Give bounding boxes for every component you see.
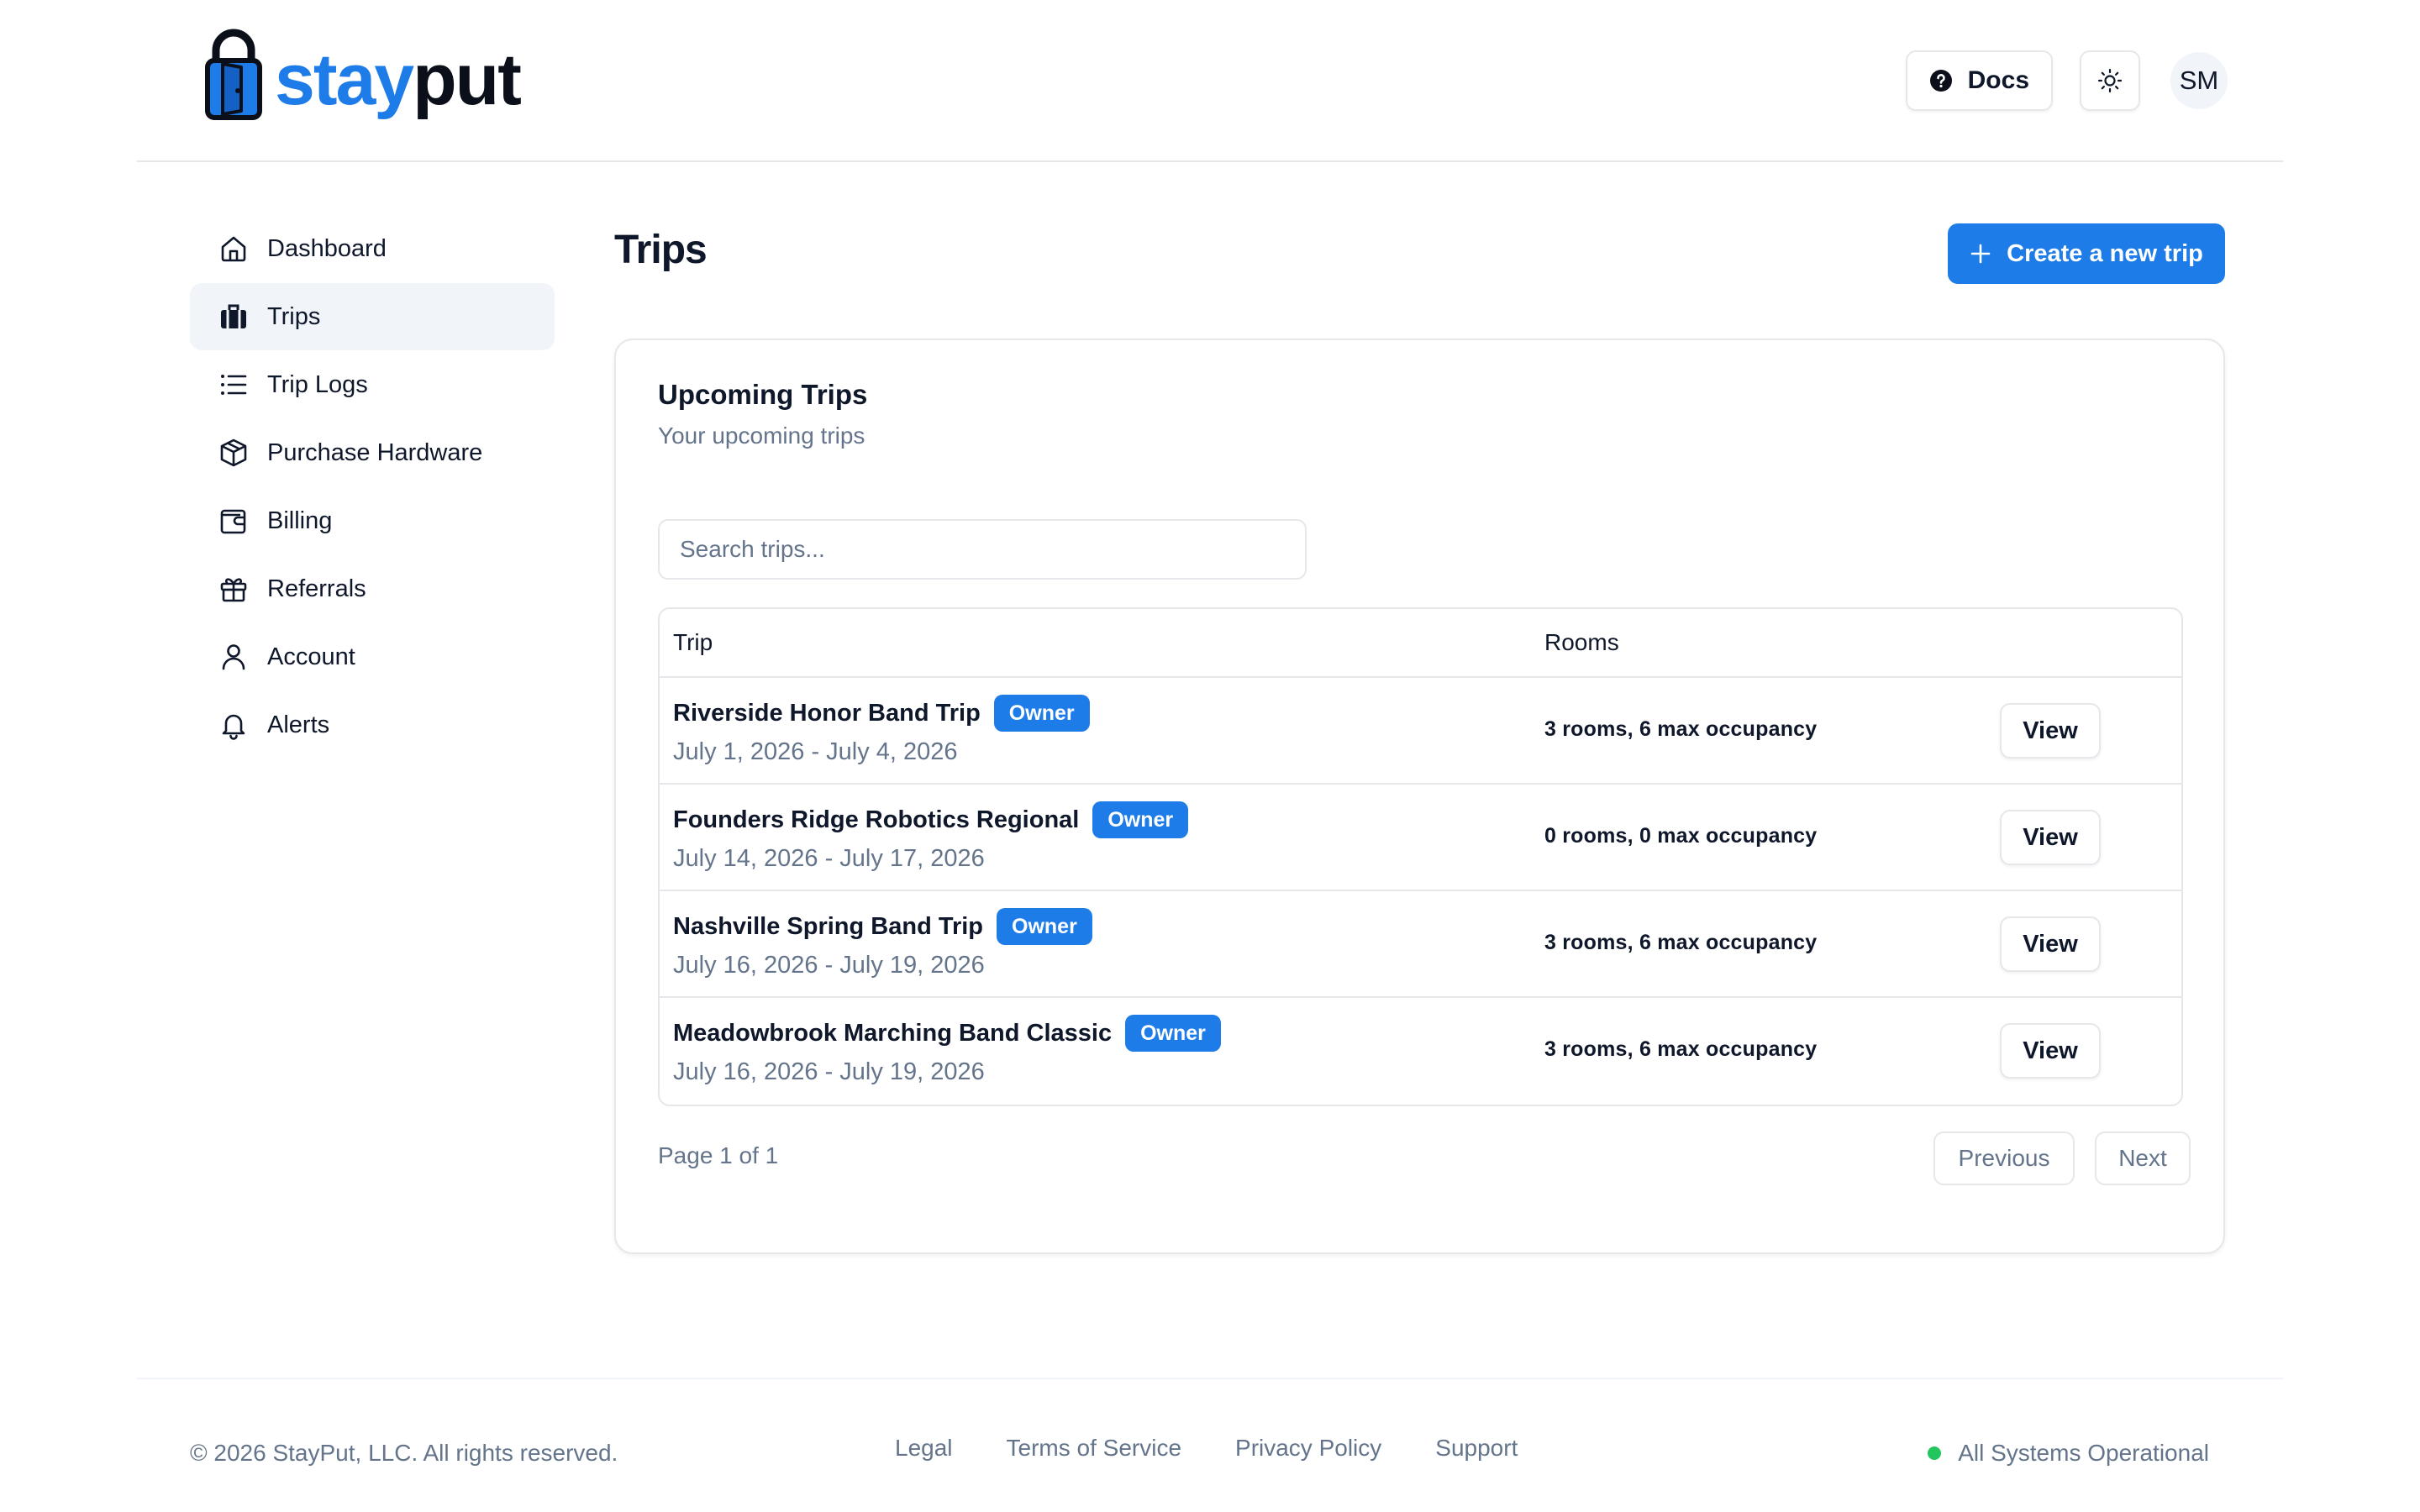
previous-page-button[interactable]: Previous bbox=[1933, 1131, 2075, 1185]
view-trip-button[interactable]: View bbox=[2000, 810, 2101, 865]
app-root: stayput Docs SM Dashboard Trips Trip Log… bbox=[0, 0, 2420, 1512]
page-footer: © 2026 StayPut, LLC. All rights reserved… bbox=[137, 1378, 2283, 1512]
sidebar-item-label: Billing bbox=[267, 507, 333, 534]
card-title: Upcoming Trips bbox=[658, 379, 868, 410]
sun-icon bbox=[2097, 68, 2123, 93]
stayput-logo[interactable]: stayput bbox=[204, 25, 522, 121]
upcoming-trips-card: Upcoming Trips Your upcoming trips Trip … bbox=[614, 339, 2225, 1254]
trip-dates: July 16, 2026 - July 19, 2026 bbox=[673, 952, 985, 979]
list-icon bbox=[217, 368, 250, 402]
sidebar-item-account[interactable]: Account bbox=[190, 623, 555, 690]
trip-dates: July 16, 2026 - July 19, 2026 bbox=[673, 1058, 985, 1085]
sidebar-item-label: Dashboard bbox=[267, 234, 387, 262]
next-page-button[interactable]: Next bbox=[2095, 1131, 2191, 1185]
help-circle-icon bbox=[1929, 70, 1952, 92]
owner-badge: Owner bbox=[997, 908, 1092, 945]
trip-name: Riverside Honor Band Trip bbox=[673, 699, 981, 727]
status-label: All Systems Operational bbox=[1958, 1440, 2209, 1466]
trips-table: Trip Rooms Riverside Honor Band Trip Own… bbox=[658, 607, 2183, 1106]
luggage-icon bbox=[217, 300, 250, 333]
owner-badge: Owner bbox=[1092, 801, 1189, 838]
user-avatar[interactable]: SM bbox=[2170, 52, 2228, 109]
trip-name-cell: Meadowbrook Marching Band Classic Owner bbox=[673, 1015, 1221, 1052]
sidebar-item-referrals[interactable]: Referrals bbox=[190, 555, 555, 622]
padlock-icon bbox=[205, 29, 262, 120]
sidebar-item-billing[interactable]: Billing bbox=[190, 487, 555, 554]
sidebar-item-label: Account bbox=[267, 643, 355, 670]
trip-name-cell: Founders Ridge Robotics Regional Owner bbox=[673, 801, 1189, 838]
pagination-info: Page 1 of 1 bbox=[658, 1142, 779, 1168]
sidebar-item-trips[interactable]: Trips bbox=[190, 283, 555, 350]
sidebar-item-label: Alerts bbox=[267, 711, 330, 738]
rooms-summary: 3 rooms, 6 max occupancy bbox=[1544, 1037, 1818, 1061]
gift-icon bbox=[217, 572, 250, 606]
rooms-summary: 0 rooms, 0 max occupancy bbox=[1544, 824, 1818, 848]
bell-icon bbox=[217, 708, 250, 742]
footer-link-terms[interactable]: Terms of Service bbox=[1007, 1435, 1182, 1462]
rooms-summary: 3 rooms, 6 max occupancy bbox=[1544, 717, 1818, 741]
table-row: Meadowbrook Marching Band Classic Owner … bbox=[660, 998, 2181, 1105]
copyright-text: © 2026 StayPut, LLC. All rights reserved… bbox=[190, 1440, 618, 1466]
package-icon bbox=[217, 436, 250, 470]
trip-dates: July 1, 2026 - July 4, 2026 bbox=[673, 738, 958, 765]
footer-link-support[interactable]: Support bbox=[1435, 1435, 1518, 1462]
trip-name: Meadowbrook Marching Band Classic bbox=[673, 1019, 1113, 1047]
table-row: Founders Ridge Robotics Regional Owner J… bbox=[660, 785, 2181, 891]
owner-badge: Owner bbox=[993, 695, 1090, 732]
create-trip-button[interactable]: Create a new trip bbox=[1948, 223, 2225, 284]
sidebar-item-purchase-hardware[interactable]: Purchase Hardware bbox=[190, 419, 555, 486]
view-trip-button[interactable]: View bbox=[2000, 1023, 2101, 1079]
table-row: Riverside Honor Band Trip Owner July 1, … bbox=[660, 678, 2181, 785]
wallet-icon bbox=[217, 504, 250, 538]
sidebar-item-label: Purchase Hardware bbox=[267, 438, 483, 466]
trip-name-cell: Riverside Honor Band Trip Owner bbox=[673, 695, 1090, 732]
create-trip-label: Create a new trip bbox=[2007, 239, 2203, 267]
table-row: Nashville Spring Band Trip Owner July 16… bbox=[660, 891, 2181, 998]
sidebar-item-label: Trips bbox=[267, 302, 321, 330]
view-trip-button[interactable]: View bbox=[2000, 916, 2101, 972]
header-actions: Docs SM bbox=[1905, 50, 2228, 111]
status-dot-icon bbox=[1928, 1446, 1942, 1460]
column-header-rooms: Rooms bbox=[1544, 629, 1619, 655]
sidebar-nav: Dashboard Trips Trip Logs Purchase Hardw… bbox=[190, 215, 555, 759]
user-icon bbox=[217, 640, 250, 674]
docs-button[interactable]: Docs bbox=[1905, 50, 2053, 111]
search-input[interactable] bbox=[658, 519, 1307, 580]
sidebar-item-trip-logs[interactable]: Trip Logs bbox=[190, 351, 555, 418]
sidebar-item-dashboard[interactable]: Dashboard bbox=[190, 215, 555, 282]
rooms-summary: 3 rooms, 6 max occupancy bbox=[1544, 931, 1818, 954]
page-title: Trips bbox=[614, 228, 708, 272]
footer-links: Legal Terms of Service Privacy Policy Su… bbox=[895, 1435, 1571, 1462]
footer-link-privacy[interactable]: Privacy Policy bbox=[1235, 1435, 1381, 1462]
system-status[interactable]: All Systems Operational bbox=[1928, 1440, 2209, 1467]
trip-name: Nashville Spring Band Trip bbox=[673, 912, 984, 940]
owner-badge: Owner bbox=[1125, 1015, 1221, 1052]
sidebar-item-label: Referrals bbox=[267, 575, 366, 602]
column-header-trip: Trip bbox=[673, 629, 713, 655]
plus-icon bbox=[1970, 244, 1991, 264]
table-header: Trip Rooms bbox=[660, 609, 2181, 678]
sidebar-item-alerts[interactable]: Alerts bbox=[190, 691, 555, 759]
theme-toggle-button[interactable] bbox=[2080, 50, 2140, 111]
footer-link-legal[interactable]: Legal bbox=[895, 1435, 953, 1462]
sidebar-item-label: Trip Logs bbox=[267, 370, 368, 398]
docs-label: Docs bbox=[1967, 66, 2029, 94]
home-icon bbox=[217, 232, 250, 265]
card-subtitle: Your upcoming trips bbox=[658, 423, 865, 449]
trip-dates: July 14, 2026 - July 17, 2026 bbox=[673, 845, 985, 872]
trip-name: Founders Ridge Robotics Regional bbox=[673, 806, 1080, 833]
top-header: stayput Docs SM bbox=[137, 0, 2283, 162]
brand-name: stayput bbox=[275, 39, 522, 120]
trip-name-cell: Nashville Spring Band Trip Owner bbox=[673, 908, 1092, 945]
view-trip-button[interactable]: View bbox=[2000, 703, 2101, 759]
